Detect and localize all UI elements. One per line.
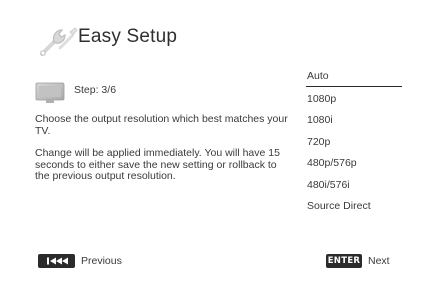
resolution-option-1080i[interactable]: 1080i — [306, 110, 402, 132]
resolution-option-480i-576i[interactable]: 480i/576i — [306, 175, 402, 197]
page-title: Easy Setup — [78, 26, 178, 47]
next-label[interactable]: Next — [368, 255, 390, 267]
resolution-option-auto[interactable]: Auto — [306, 66, 402, 87]
info-text: Change will be applied immediately. You … — [35, 147, 280, 182]
display-icon — [35, 82, 65, 103]
skip-back-icon — [47, 257, 68, 265]
enter-key-button[interactable]: ENTER — [326, 254, 362, 268]
resolution-option-480p-576p[interactable]: 480p/576p — [306, 153, 402, 175]
previous-label[interactable]: Previous — [81, 255, 122, 267]
wrench-icon — [40, 27, 78, 56]
resolution-option-720p[interactable]: 720p — [306, 132, 402, 154]
resolution-list: Auto 1080p 1080i 720p 480p/576p 480i/576… — [306, 66, 402, 218]
instruction-text: Choose the output resolution which best … — [35, 113, 288, 137]
resolution-option-1080p[interactable]: 1080p — [306, 89, 402, 111]
resolution-option-source-direct[interactable]: Source Direct — [306, 196, 402, 218]
step-indicator: Step: 3/6 — [74, 84, 117, 96]
previous-key-button[interactable] — [38, 254, 75, 268]
